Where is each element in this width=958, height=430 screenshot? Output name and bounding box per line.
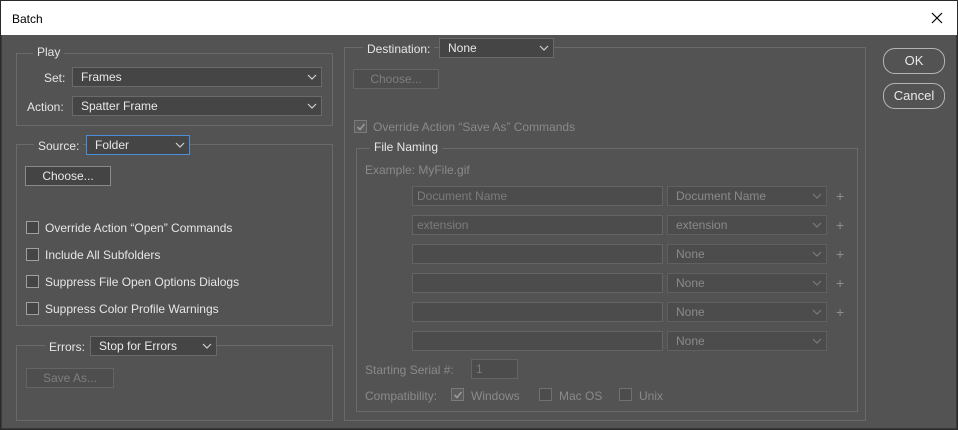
naming-field-5[interactable] — [412, 302, 663, 322]
naming-field-1[interactable]: Document Name — [412, 186, 663, 206]
add-naming-row-icon[interactable]: + — [836, 305, 844, 319]
checkmark-icon — [356, 123, 366, 131]
chevron-down-icon — [307, 74, 317, 80]
chevron-down-icon — [307, 103, 317, 109]
errors-select-value: Stop for Errors — [99, 339, 178, 353]
include-subfolders-label: Include All Subfolders — [45, 248, 161, 262]
compat-windows-label: Windows — [471, 389, 520, 403]
chevron-down-icon — [202, 343, 212, 349]
naming-select-4-value: None — [676, 276, 705, 290]
chevron-down-icon — [812, 193, 822, 199]
naming-select-1-value: Document Name — [676, 189, 767, 203]
action-select-value: Spatter Frame — [81, 99, 158, 113]
action-select[interactable]: Spatter Frame — [72, 96, 322, 116]
chevron-down-icon — [812, 251, 822, 257]
ok-button[interactable]: OK — [883, 48, 945, 74]
destination-choose-button[interactable]: Choose... — [353, 69, 439, 89]
close-icon — [931, 12, 943, 24]
file-naming-legend: File Naming — [370, 140, 443, 154]
source-select[interactable]: Folder — [86, 135, 190, 155]
chevron-down-icon — [812, 309, 822, 315]
destination-select-value: None — [448, 41, 477, 55]
naming-select-5[interactable]: None — [667, 302, 827, 322]
cancel-button[interactable]: Cancel — [883, 83, 945, 109]
errors-select[interactable]: Stop for Errors — [90, 336, 217, 356]
chevron-down-icon — [175, 142, 185, 148]
add-naming-row-icon[interactable]: + — [836, 276, 844, 290]
destination-label: Destination: — [363, 42, 435, 56]
override-save-as-checkbox[interactable] — [354, 120, 367, 133]
close-button[interactable] — [917, 1, 957, 35]
suppress-color-warnings-label: Suppress Color Profile Warnings — [45, 302, 219, 316]
naming-select-6[interactable]: None — [667, 331, 827, 351]
errors-label: Errors: — [45, 340, 89, 354]
set-select-value: Frames — [81, 70, 122, 84]
play-legend: Play — [33, 45, 65, 59]
naming-select-3[interactable]: None — [667, 244, 827, 264]
batch-dialog: Batch Play Set: Frames Action: Spatter F… — [0, 0, 958, 430]
action-label: Action: — [27, 100, 64, 114]
naming-select-1[interactable]: Document Name — [667, 186, 827, 206]
compat-macos-label: Mac OS — [559, 389, 603, 403]
compat-macos-checkbox[interactable] — [539, 388, 552, 401]
naming-select-3-value: None — [676, 247, 705, 261]
set-select[interactable]: Frames — [72, 67, 322, 87]
naming-select-2-value: extension — [676, 218, 728, 232]
source-label: Source: — [34, 139, 84, 153]
naming-select-5-value: None — [676, 305, 705, 319]
naming-field-3[interactable] — [412, 244, 663, 264]
naming-select-4[interactable]: None — [667, 273, 827, 293]
window-title: Batch — [12, 12, 43, 26]
compat-unix-checkbox[interactable] — [619, 388, 632, 401]
source-select-value: Folder — [95, 138, 130, 152]
suppress-open-dialogs-checkbox[interactable] — [26, 275, 39, 288]
suppress-open-dialogs-label: Suppress File Open Options Dialogs — [45, 275, 240, 289]
override-open-label: Override Action “Open” Commands — [45, 221, 233, 235]
checkmark-icon — [453, 391, 463, 399]
file-naming-example: Example: MyFile.gif — [365, 163, 470, 177]
naming-select-2[interactable]: extension — [667, 215, 827, 235]
compatibility-label: Compatibility: — [365, 389, 438, 403]
chevron-down-icon — [812, 222, 822, 228]
naming-field-6[interactable] — [412, 331, 663, 351]
naming-select-6-value: None — [676, 334, 705, 348]
add-naming-row-icon[interactable]: + — [836, 247, 844, 261]
compat-unix-label: Unix — [639, 389, 664, 403]
override-save-as-label: Override Action “Save As” Commands — [373, 120, 576, 134]
chevron-down-icon — [539, 45, 549, 51]
starting-serial-label: Starting Serial #: — [365, 363, 454, 377]
starting-serial-input[interactable]: 1 — [471, 359, 518, 379]
suppress-color-warnings-checkbox[interactable] — [26, 302, 39, 315]
add-naming-row-icon[interactable]: + — [836, 218, 844, 232]
chevron-down-icon — [812, 338, 822, 344]
add-naming-row-icon[interactable]: + — [836, 189, 844, 203]
errors-save-as-button[interactable]: Save As... — [26, 368, 114, 388]
set-label: Set: — [44, 71, 66, 85]
source-choose-button[interactable]: Choose... — [25, 166, 111, 186]
title-bar: Batch — [1, 1, 957, 35]
chevron-down-icon — [812, 280, 822, 286]
destination-select[interactable]: None — [439, 38, 554, 58]
compat-windows-checkbox[interactable] — [451, 388, 464, 401]
override-open-checkbox[interactable] — [26, 221, 39, 234]
include-subfolders-checkbox[interactable] — [26, 248, 39, 261]
naming-field-4[interactable] — [412, 273, 663, 293]
naming-field-2[interactable]: extension — [412, 215, 663, 235]
